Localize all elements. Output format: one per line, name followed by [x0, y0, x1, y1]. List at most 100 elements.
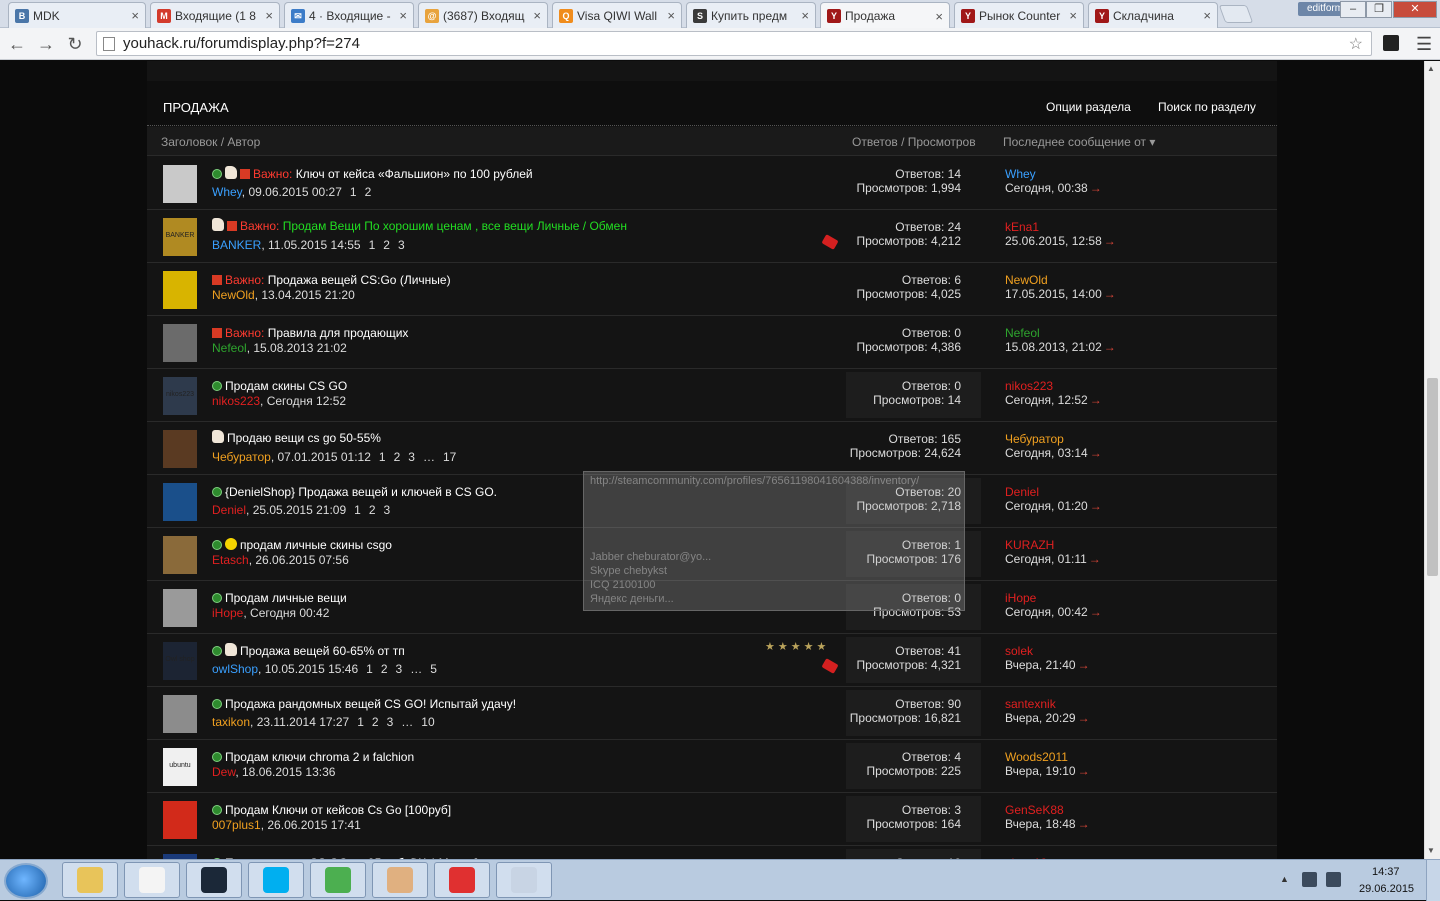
page-link[interactable]: 1: [379, 450, 386, 464]
menu-icon[interactable]: ☰: [1416, 34, 1432, 55]
go-to-last-post-icon[interactable]: →: [1089, 552, 1101, 566]
forum-options-link[interactable]: Опции раздела: [1046, 100, 1131, 114]
start-button[interactable]: [4, 863, 48, 899]
forward-icon[interactable]: →: [35, 33, 57, 55]
taskbar-app-button[interactable]: [372, 862, 428, 898]
avatar[interactable]: BANKER: [163, 218, 197, 256]
browser-tab[interactable]: S Купить предм ×: [686, 2, 816, 28]
reload-icon[interactable]: ↻: [64, 33, 86, 55]
show-desktop-button[interactable]: [1426, 860, 1440, 901]
last-post-user[interactable]: iHope: [1005, 591, 1102, 605]
last-post-user[interactable]: Nefeol: [1005, 326, 1116, 340]
thread-row[interactable]: Важно: Правила для продающих Nefeol, 15.0…: [147, 316, 1277, 369]
avatar[interactable]: [163, 695, 197, 733]
thread-title-link[interactable]: Правила для продающих: [268, 326, 409, 340]
new-tab-button[interactable]: [1218, 5, 1254, 23]
go-to-last-post-icon[interactable]: →: [1090, 499, 1102, 513]
scrollbar-thumb[interactable]: [1427, 378, 1438, 576]
author-link[interactable]: NewOld: [212, 288, 255, 302]
avatar[interactable]: Owl shop: [163, 642, 197, 680]
clock-date[interactable]: 29.06.2015: [1359, 883, 1414, 895]
browser-tab[interactable]: B MDK ×: [8, 2, 146, 28]
avatar[interactable]: nikos223: [163, 377, 197, 415]
page-link[interactable]: 2: [383, 238, 390, 252]
thread-title-link[interactable]: Продажа рандомных вещей CS GO! Испытай у…: [225, 697, 516, 711]
close-tab-icon[interactable]: ×: [801, 8, 809, 23]
thread-row[interactable]: {DenielShop} Продажа вещей и ключей в CS…: [147, 475, 1277, 528]
browser-tab[interactable]: Q Visa QIWI Wall ×: [552, 2, 682, 28]
thread-title-link[interactable]: Продажа вещей CS:Go (Личные): [268, 273, 451, 287]
thread-row[interactable]: Продажа рандомных вещей CS GO! Испытай у…: [147, 687, 1277, 740]
page-link[interactable]: 1: [354, 503, 361, 517]
page-link[interactable]: 2: [372, 715, 379, 729]
thread-title-link[interactable]: Продам ключи chroma 2 и falchion: [225, 750, 414, 764]
page-link[interactable]: 3: [396, 662, 403, 676]
taskbar-app-button[interactable]: [124, 862, 180, 898]
thread-row[interactable]: Продам ключи CS GO по 95 руб. [WebMoney]…: [147, 846, 1277, 859]
page-link[interactable]: 10: [421, 715, 434, 729]
thread-row[interactable]: nikos223 Продам скины CS GO nikos223, Сего…: [147, 369, 1277, 422]
author-link[interactable]: iHope: [212, 606, 243, 620]
back-icon[interactable]: ←: [6, 33, 28, 55]
page-link[interactable]: 2: [369, 503, 376, 517]
avatar[interactable]: [163, 324, 197, 362]
go-to-last-post-icon[interactable]: →: [1104, 234, 1116, 248]
last-post-user[interactable]: santexnik: [1005, 697, 1090, 711]
last-post-user[interactable]: nikos223: [1005, 379, 1102, 393]
thread-row[interactable]: Продам личные вещи iHope, Сегодня 00:42 От…: [147, 581, 1277, 634]
go-to-last-post-icon[interactable]: →: [1104, 340, 1116, 354]
avatar[interactable]: [163, 801, 197, 839]
last-post-user[interactable]: NewOld: [1005, 273, 1116, 287]
minimize-button[interactable]: –: [1340, 1, 1366, 18]
author-link[interactable]: Deniel: [212, 503, 246, 517]
author-link[interactable]: Dew: [212, 765, 235, 779]
close-tab-icon[interactable]: ×: [667, 8, 675, 23]
author-link[interactable]: 007plus1: [212, 818, 261, 832]
page-link[interactable]: 1: [350, 185, 357, 199]
thread-title-link[interactable]: Продаю вещи cs go 50-55%: [227, 431, 381, 445]
thread-row[interactable]: Продаю вещи cs go 50-55% Чебуратор, 07.01…: [147, 422, 1277, 475]
thread-title-link[interactable]: Продам личные вещи: [225, 591, 347, 605]
extension-icon[interactable]: [1383, 35, 1399, 51]
avatar[interactable]: ubuntu: [163, 748, 197, 786]
maximize-button[interactable]: ❐: [1366, 1, 1392, 18]
bookmark-star-icon[interactable]: ☆: [1349, 34, 1363, 54]
thread-title-link[interactable]: Ключ от кейса «Фальшион» по 100 рублей: [296, 167, 533, 181]
go-to-last-post-icon[interactable]: →: [1104, 287, 1116, 301]
thread-row[interactable]: Важно: Ключ от кейса «Фальшион» по 100 р…: [147, 157, 1277, 210]
avatar[interactable]: [163, 483, 197, 521]
browser-tab[interactable]: @ (3687) Входящ ×: [418, 2, 548, 28]
author-link[interactable]: BANKER: [212, 238, 261, 252]
avatar[interactable]: [163, 430, 197, 468]
scroll-up-icon[interactable]: ▲: [1427, 64, 1435, 73]
page-link[interactable]: 17: [443, 450, 456, 464]
page-link[interactable]: 1: [369, 238, 376, 252]
go-to-last-post-icon[interactable]: →: [1090, 605, 1102, 619]
page-link[interactable]: 3: [398, 238, 405, 252]
avatar[interactable]: [163, 165, 197, 203]
author-link[interactable]: Nefeol: [212, 341, 247, 355]
close-tab-icon[interactable]: ×: [935, 9, 943, 24]
page-link[interactable]: 3: [408, 450, 415, 464]
taskbar-app-button[interactable]: [434, 862, 490, 898]
author-link[interactable]: taxikon: [212, 715, 250, 729]
address-bar[interactable]: youhack.ru/forumdisplay.php?f=274 ☆: [96, 31, 1372, 56]
go-to-last-post-icon[interactable]: →: [1078, 658, 1090, 672]
go-to-last-post-icon[interactable]: →: [1090, 181, 1102, 195]
column-replies-views[interactable]: Ответов / Просмотров: [852, 135, 976, 149]
taskbar-app-button[interactable]: [310, 862, 366, 898]
thread-row[interactable]: Важно: Продажа вещей CS:Go (Личные) NewOl…: [147, 263, 1277, 316]
page-link[interactable]: 1: [366, 662, 373, 676]
thread-title-link[interactable]: {DenielShop} Продажа вещей и ключей в CS…: [225, 485, 497, 499]
page-link[interactable]: 3: [387, 715, 394, 729]
go-to-last-post-icon[interactable]: →: [1078, 764, 1090, 778]
avatar[interactable]: [163, 589, 197, 627]
browser-tab[interactable]: Y Складчина ×: [1088, 2, 1218, 28]
scroll-down-icon[interactable]: ▼: [1427, 846, 1435, 855]
browser-tab[interactable]: Y Рынок Counter ×: [954, 2, 1084, 28]
go-to-last-post-icon[interactable]: →: [1078, 711, 1090, 725]
thread-row[interactable]: Продам Ключи от кейсов Cs Go [100руб] 007…: [147, 793, 1277, 846]
tray-expand-icon[interactable]: ▲: [1280, 874, 1289, 884]
last-post-user[interactable]: Whey: [1005, 167, 1102, 181]
close-tab-icon[interactable]: ×: [1069, 8, 1077, 23]
